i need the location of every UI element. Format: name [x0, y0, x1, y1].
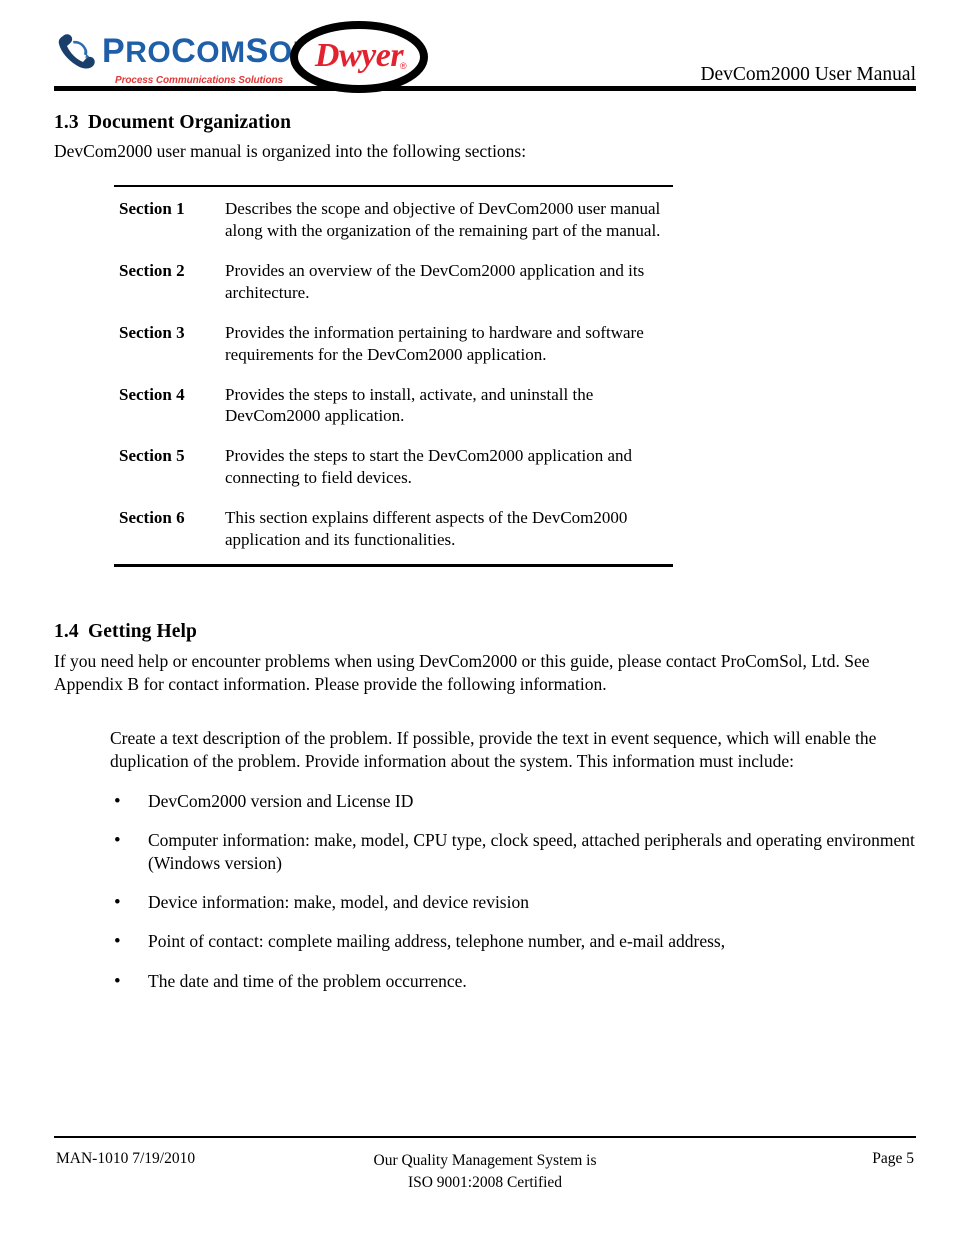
- header-document-title: DevCom2000 User Manual: [700, 64, 916, 85]
- section-row-label: Section 5: [119, 446, 185, 466]
- section-1-3-intro: DevCom2000 user manual is organized into…: [54, 141, 527, 161]
- table-row: Section 1 Describes the scope and object…: [114, 186, 673, 251]
- list-item-text: The date and time of the problem occurre…: [148, 970, 467, 991]
- page-header: PROCOMSOL Process Communications Solutio…: [54, 12, 916, 93]
- list-item-text: Point of contact: complete mailing addre…: [148, 931, 726, 952]
- section-row-label: Section 6: [119, 508, 185, 528]
- list-item: • The date and time of the problem occur…: [110, 970, 916, 993]
- footer-page-number: Page 5: [872, 1150, 914, 1167]
- bullet-icon: •: [114, 791, 121, 813]
- section-1-3-heading: 1.3 Document Organization: [54, 112, 916, 134]
- footer-certification-line-1: Our Quality Management System is: [373, 1152, 597, 1169]
- procomsol-tagline: Process Communications Solutions: [115, 75, 283, 86]
- dwyer-logo: Dwyer ®: [290, 21, 428, 93]
- bullet-icon: •: [114, 830, 121, 852]
- section-1-3-number: 1.3: [54, 112, 79, 133]
- section-row-description: Describes the scope and objective of Dev…: [225, 199, 661, 240]
- procomsol-wordmark: PROCOMSOL: [102, 32, 312, 70]
- section-1-4-number: 1.4: [54, 621, 79, 642]
- table-row: Section 4 Provides the steps to install,…: [114, 375, 673, 437]
- logo-block: PROCOMSOL Process Communications Solutio…: [54, 18, 484, 93]
- getting-help-paragraph-1: If you need help or encounter problems w…: [54, 651, 870, 695]
- table-row: Section 6 This section explains differen…: [114, 498, 673, 565]
- section-row-description: Provides an overview of the DevCom2000 a…: [225, 260, 645, 302]
- getting-help-bullet-list: • DevCom2000 version and License ID • Co…: [54, 790, 916, 993]
- list-item: • Device information: make, model, and d…: [110, 891, 916, 914]
- section-1-4-heading: 1.4 Getting Help: [54, 621, 916, 643]
- table-row: Section 3 Provides the information perta…: [114, 313, 673, 375]
- footer-certification-line-2: ISO 9001:2008 Certified: [407, 1174, 563, 1191]
- list-item-text: DevCom2000 version and License ID: [148, 791, 414, 812]
- getting-help-paragraph-2: Create a text description of the problem…: [110, 727, 877, 771]
- list-item-text: Computer information: make, model, CPU t…: [148, 830, 915, 874]
- list-item: • Point of contact: complete mailing add…: [110, 930, 916, 953]
- getting-help-block: 1.4 Getting Help If you need help or enco…: [54, 621, 916, 1009]
- section-1-3-title: Document Organization: [88, 112, 292, 133]
- section-1-4-title: Getting Help: [88, 621, 197, 642]
- bullet-icon: •: [114, 970, 121, 992]
- footer-certification: Our Quality Management System is ISO 900…: [54, 1150, 916, 1194]
- bullet-icon: •: [114, 892, 121, 914]
- table-row: Section 5 Provides the steps to start th…: [114, 436, 673, 498]
- dwyer-wordmark: Dwyer: [314, 37, 404, 74]
- phone-handset-icon: [56, 32, 100, 72]
- section-row-label: Section 1: [119, 199, 185, 218]
- section-row-description: Provides the information pertaining to h…: [225, 322, 644, 364]
- document-page: PROCOMSOL Process Communications Solutio…: [0, 0, 954, 1235]
- page-footer: MAN-1010 7/19/2010 Our Quality Managemen…: [54, 1146, 916, 1216]
- registered-trademark-icon: ®: [400, 61, 407, 71]
- list-item: • DevCom2000 version and License ID: [110, 790, 916, 813]
- section-row-description: Provides the steps to install, activate,…: [225, 384, 594, 426]
- section-row-label: Section 2: [119, 260, 185, 280]
- section-row-label: Section 3: [119, 322, 185, 342]
- list-item: • Computer information: make, model, CPU…: [110, 829, 916, 875]
- section-overview-table: Section 1 Describes the scope and object…: [114, 185, 673, 568]
- section-row-description: Provides the steps to start the DevCom20…: [225, 446, 632, 488]
- section-row-description: This section explains different aspects …: [225, 508, 628, 550]
- header-divider: [54, 86, 916, 91]
- page-content: 1.3 Document Organization DevCom2000 user…: [54, 112, 916, 992]
- table-row: Section 2 Provides an overview of the De…: [114, 251, 673, 313]
- footer-divider: [54, 1136, 916, 1138]
- section-row-label: Section 4: [119, 384, 185, 404]
- list-item-text: Device information: make, model, and dev…: [148, 892, 529, 913]
- section-overview-table-wrap: Section 1 Describes the scope and object…: [114, 185, 673, 568]
- procomsol-logo: PROCOMSOL Process Communications Solutio…: [54, 26, 311, 88]
- bullet-icon: •: [114, 931, 121, 953]
